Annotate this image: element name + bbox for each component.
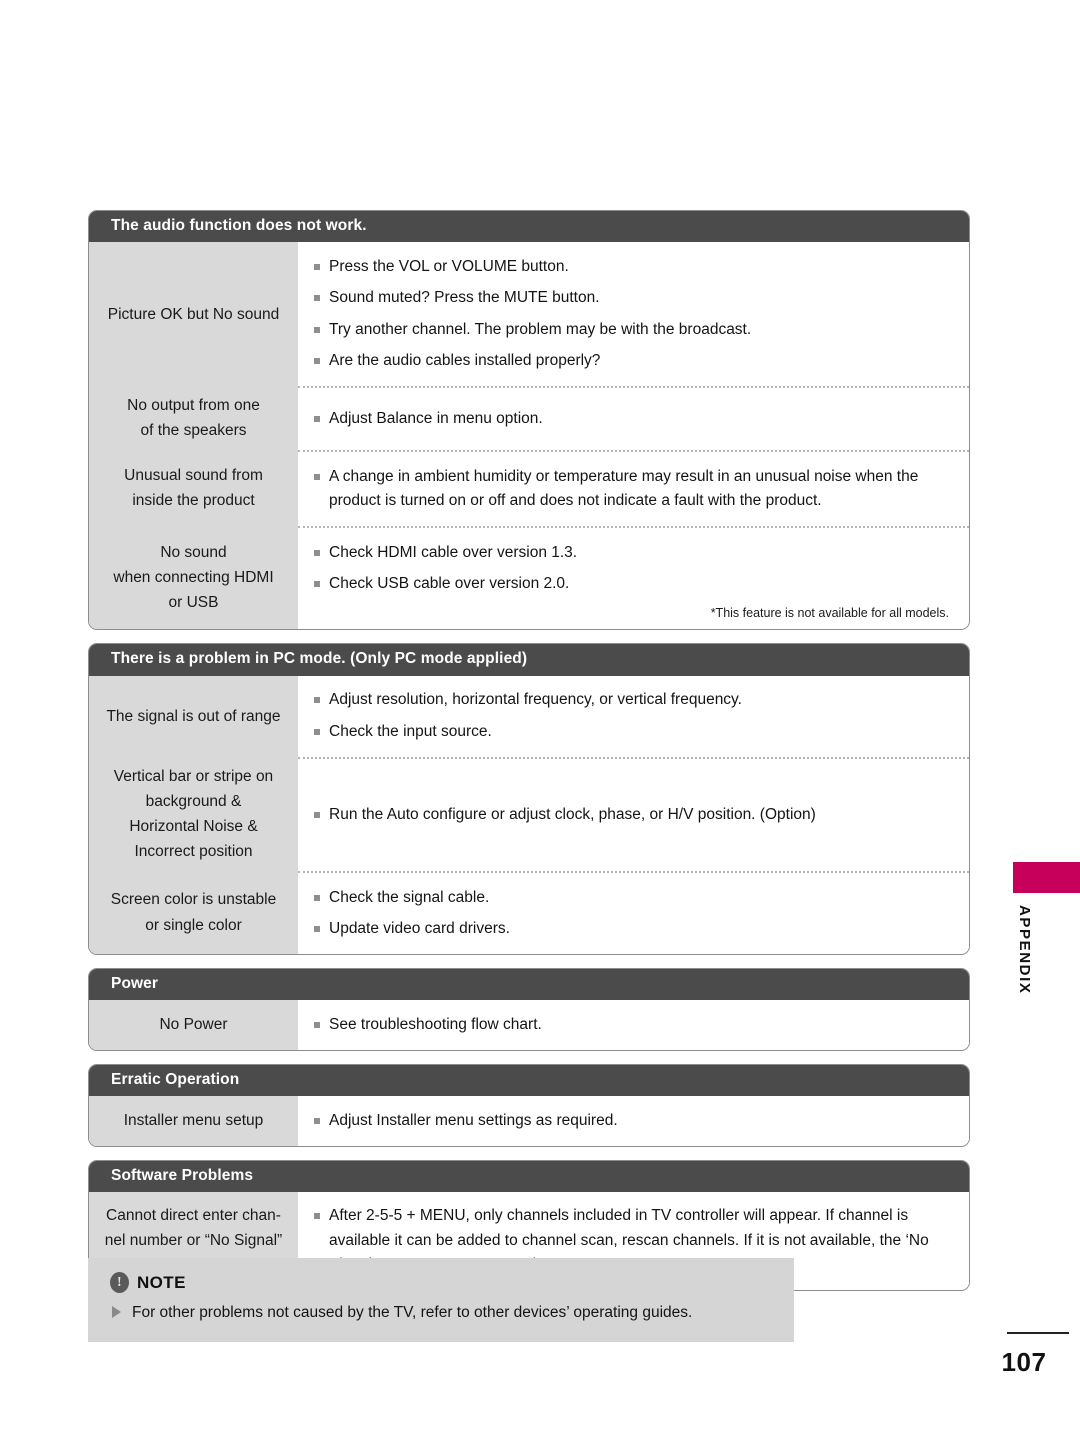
symptom-line: Incorrect position: [134, 842, 253, 860]
solution-bullet: See troubleshooting flow chart.: [314, 1013, 955, 1037]
symptom-line: nel number or “No Signal”: [104, 1232, 283, 1250]
solution-bullet: Check the input source.: [314, 720, 955, 744]
symptom-line: Vertical bar or stripe on: [113, 767, 274, 785]
symptom-cell: Picture OK but No sound: [89, 242, 298, 387]
symptom-line: background &: [145, 792, 242, 810]
solution-cell: Adjust resolution, horizontal frequency,…: [298, 676, 969, 757]
section-header: Power: [89, 969, 969, 1001]
table-row: No output from one of the speakers Adjust …: [89, 386, 969, 451]
table-row: No sound when connecting HDMI or USB Check …: [89, 526, 969, 630]
solution-bullet: A change in ambient humidity or temperat…: [314, 465, 955, 514]
page-number: 107: [1001, 1347, 1047, 1377]
solution-cell: Press the VOL or VOLUME button. Sound mut…: [298, 242, 969, 386]
symptom-line: The signal is out of range: [106, 707, 281, 725]
troubleshooting-table: Erratic Operation Installer menu setup Adj…: [88, 1063, 970, 1147]
symptom-line: Picture OK but No sound: [107, 305, 280, 323]
note-title-label: NOTE: [137, 1272, 186, 1292]
table-row: Unusual sound from inside the product A ch…: [89, 450, 969, 527]
manual-page: The audio function does not work. Picture…: [0, 0, 1080, 1439]
appendix-side-tab-label: APPENDIX: [1016, 905, 1033, 995]
table-body: Installer menu setup Adjust Installer men…: [89, 1096, 969, 1146]
table-body: No Power See troubleshooting flow chart.: [89, 1000, 969, 1050]
symptom-cell: No Power: [89, 1000, 298, 1050]
symptom-line: Screen color is unstable: [110, 891, 277, 909]
solution-cell: Check HDMI cable over version 1.3. Check …: [298, 526, 969, 629]
section-header: The audio function does not work.: [89, 211, 969, 243]
symptom-line: when connecting HDMI: [113, 569, 274, 587]
symptom-cell: Screen color is unstable or single color: [89, 871, 298, 954]
solution-bullet: Sound muted? Press the MUTE button.: [314, 286, 955, 310]
table-row: Vertical bar or stripe on background & Hor…: [89, 756, 969, 872]
solution-bullet: Check HDMI cable over version 1.3.: [314, 541, 955, 565]
table-row: No Power See troubleshooting flow chart.: [89, 1000, 969, 1050]
solution-cell: Run the Auto configure or adjust clock, …: [298, 756, 969, 871]
symptom-line: inside the product: [132, 492, 255, 510]
table-row: The signal is out of range Adjust resolut…: [89, 675, 969, 757]
solution-bullet: Adjust Installer menu settings as requir…: [314, 1109, 955, 1133]
note-body-text: For other problems not caused by the TV,…: [110, 1301, 774, 1324]
note-title: ! NOTE: [110, 1272, 774, 1293]
footnote: *This feature is not available for all m…: [710, 606, 949, 621]
symptom-line: No output from one: [127, 397, 260, 415]
symptom-cell: The signal is out of range: [89, 675, 298, 757]
symptom-line: or single color: [145, 916, 242, 934]
symptom-cell: Installer menu setup: [89, 1096, 298, 1146]
symptom-line: Installer menu setup: [123, 1112, 264, 1130]
symptom-cell: Unusual sound from inside the product: [89, 450, 298, 527]
troubleshooting-table: Power No Power See troubleshooting flow ch…: [88, 968, 970, 1051]
table-body: The signal is out of range Adjust resolut…: [89, 675, 969, 954]
symptom-cell: Vertical bar or stripe on background & Hor…: [89, 756, 298, 872]
symptom-cell: No output from one of the speakers: [89, 386, 298, 451]
solution-bullet: Update video card drivers.: [314, 917, 955, 941]
symptom-line: Unusual sound from: [124, 467, 263, 485]
appendix-accent-bar: [1013, 862, 1080, 893]
solution-cell: See troubleshooting flow chart.: [298, 1000, 969, 1049]
section-header: Software Problems: [89, 1160, 969, 1192]
solution-cell: A change in ambient humidity or temperat…: [298, 450, 969, 526]
symptom-line: or USB: [168, 594, 219, 612]
symptom-line: Cannot direct enter chan-: [106, 1207, 281, 1225]
solution-bullet: Adjust resolution, horizontal frequency,…: [314, 688, 955, 712]
table-row: Screen color is unstable or single color C…: [89, 871, 969, 954]
troubleshooting-table: The audio function does not work. Picture…: [88, 210, 970, 631]
exclamation-icon: !: [110, 1272, 129, 1293]
solution-bullet: Press the VOL or VOLUME button.: [314, 255, 955, 279]
table-row: Picture OK but No sound Press the VOL or …: [89, 242, 969, 387]
table-row: Installer menu setup Adjust Installer men…: [89, 1096, 969, 1146]
troubleshooting-sections: The audio function does not work. Picture…: [88, 210, 970, 1304]
symptom-line: of the speakers: [140, 422, 247, 440]
symptom-cell: No sound when connecting HDMI or USB: [89, 526, 298, 630]
note-box: ! NOTE For other problems not caused by …: [88, 1258, 794, 1343]
symptom-line: No sound: [160, 544, 227, 562]
solution-bullet: Run the Auto configure or adjust clock, …: [314, 803, 955, 827]
table-body: Picture OK but No sound Press the VOL or …: [89, 242, 969, 630]
solution-bullet: Are the audio cables installed properly?: [314, 349, 955, 373]
solution-cell: Adjust Installer menu settings as requir…: [298, 1096, 969, 1145]
section-header: There is a problem in PC mode. (Only PC …: [89, 644, 969, 676]
troubleshooting-table: There is a problem in PC mode. (Only PC …: [88, 643, 970, 955]
section-header: Erratic Operation: [89, 1064, 969, 1097]
footer-divider: [1007, 1332, 1069, 1334]
symptom-line: Horizontal Noise &: [129, 817, 258, 835]
solution-bullet: Adjust Balance in menu option.: [314, 407, 955, 431]
symptom-line: No Power: [159, 1016, 228, 1034]
solution-bullet: Try another channel. The problem may be …: [314, 318, 955, 342]
solution-cell: Adjust Balance in menu option.: [298, 386, 969, 450]
solution-bullet: Check the signal cable.: [314, 886, 955, 910]
solution-cell: Check the signal cable. Update video card…: [298, 871, 969, 954]
solution-bullet: Check USB cable over version 2.0.: [314, 572, 955, 596]
